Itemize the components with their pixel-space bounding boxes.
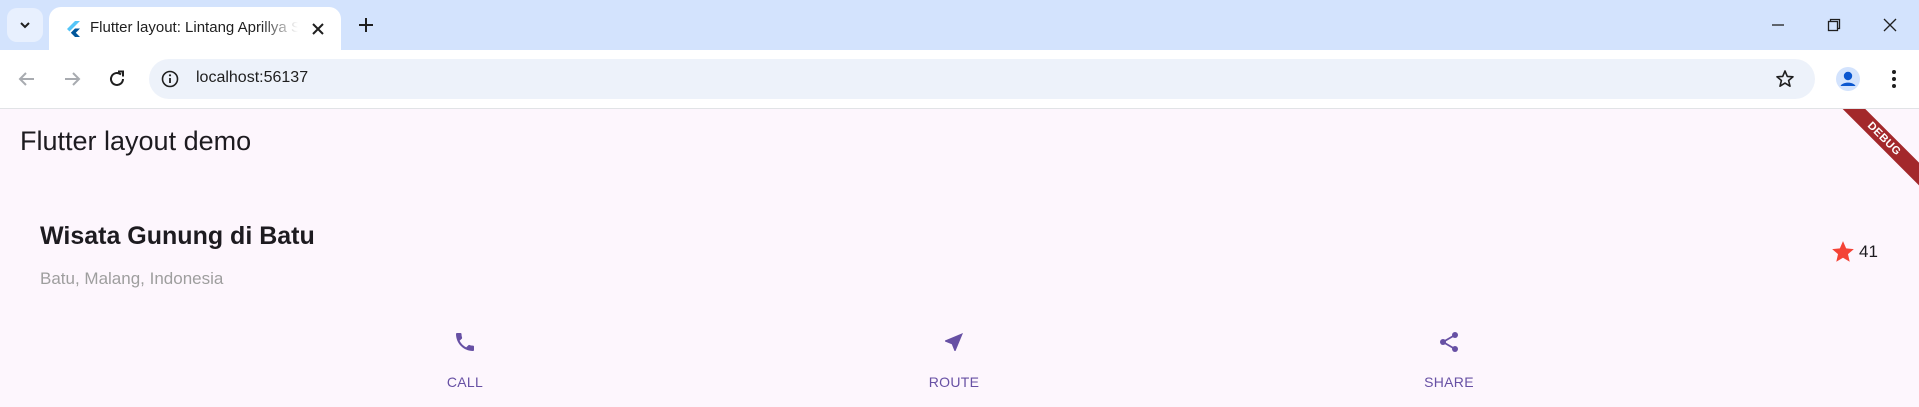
close-icon	[1883, 18, 1897, 32]
browser-tab-strip: Flutter layout: Lintang Aprillya S	[0, 0, 1919, 50]
route-action-button[interactable]: ROUTE	[894, 329, 1014, 399]
profile-avatar-icon[interactable]	[1832, 63, 1864, 95]
site-info-icon[interactable]	[160, 69, 180, 89]
browser-tab[interactable]: Flutter layout: Lintang Aprillya S	[49, 7, 341, 50]
forward-button[interactable]	[55, 62, 89, 96]
back-button[interactable]	[10, 62, 44, 96]
restore-button[interactable]	[1814, 8, 1854, 42]
reload-icon	[110, 70, 124, 86]
place-title: Wisata Gunung di Batu	[40, 222, 315, 250]
restore-icon	[1827, 18, 1841, 32]
share-icon	[1436, 329, 1462, 355]
close-window-button[interactable]	[1870, 8, 1910, 42]
minimize-button[interactable]	[1758, 8, 1798, 42]
star-icon	[1832, 241, 1854, 262]
rating: 41	[1830, 239, 1878, 265]
place-location: Batu, Malang, Indonesia	[40, 269, 224, 288]
bookmark-star-icon[interactable]	[1774, 68, 1796, 90]
near-me-icon	[941, 329, 967, 355]
debug-banner: DEBUG	[1825, 109, 1919, 198]
call-action-button[interactable]: CALL	[405, 329, 525, 399]
minimize-icon	[1772, 24, 1784, 26]
address-bar[interactable]: localhost:56137	[149, 59, 1815, 99]
tab-title: Flutter layout: Lintang Aprillya S	[90, 19, 298, 36]
close-icon	[312, 23, 324, 35]
share-label: SHARE	[1424, 374, 1474, 390]
browser-menu-button[interactable]	[1878, 63, 1910, 95]
phone-icon	[452, 329, 478, 355]
reload-button[interactable]	[100, 62, 134, 96]
more-vert-icon	[1892, 70, 1896, 88]
app-viewport: Flutter layout demo DEBUG Wisata Gunung …	[0, 109, 1919, 407]
tab-close-button[interactable]	[307, 18, 329, 40]
share-action-button[interactable]: SHARE	[1389, 329, 1509, 399]
arrow-right-icon	[65, 72, 81, 86]
route-label: ROUTE	[928, 374, 980, 390]
tab-search-button[interactable]	[7, 8, 43, 42]
new-tab-button[interactable]	[352, 11, 380, 39]
app-bar-title: Flutter layout demo	[20, 126, 252, 156]
call-label: CALL	[446, 374, 484, 390]
chevron-down-icon	[20, 22, 30, 29]
plus-icon	[359, 18, 373, 32]
url-text[interactable]: localhost:56137	[196, 69, 308, 87]
browser-toolbar: localhost:56137	[0, 50, 1919, 109]
flutter-logo-icon	[67, 21, 80, 37]
rating-count: 41	[1859, 242, 1878, 261]
arrow-left-icon	[18, 72, 34, 86]
